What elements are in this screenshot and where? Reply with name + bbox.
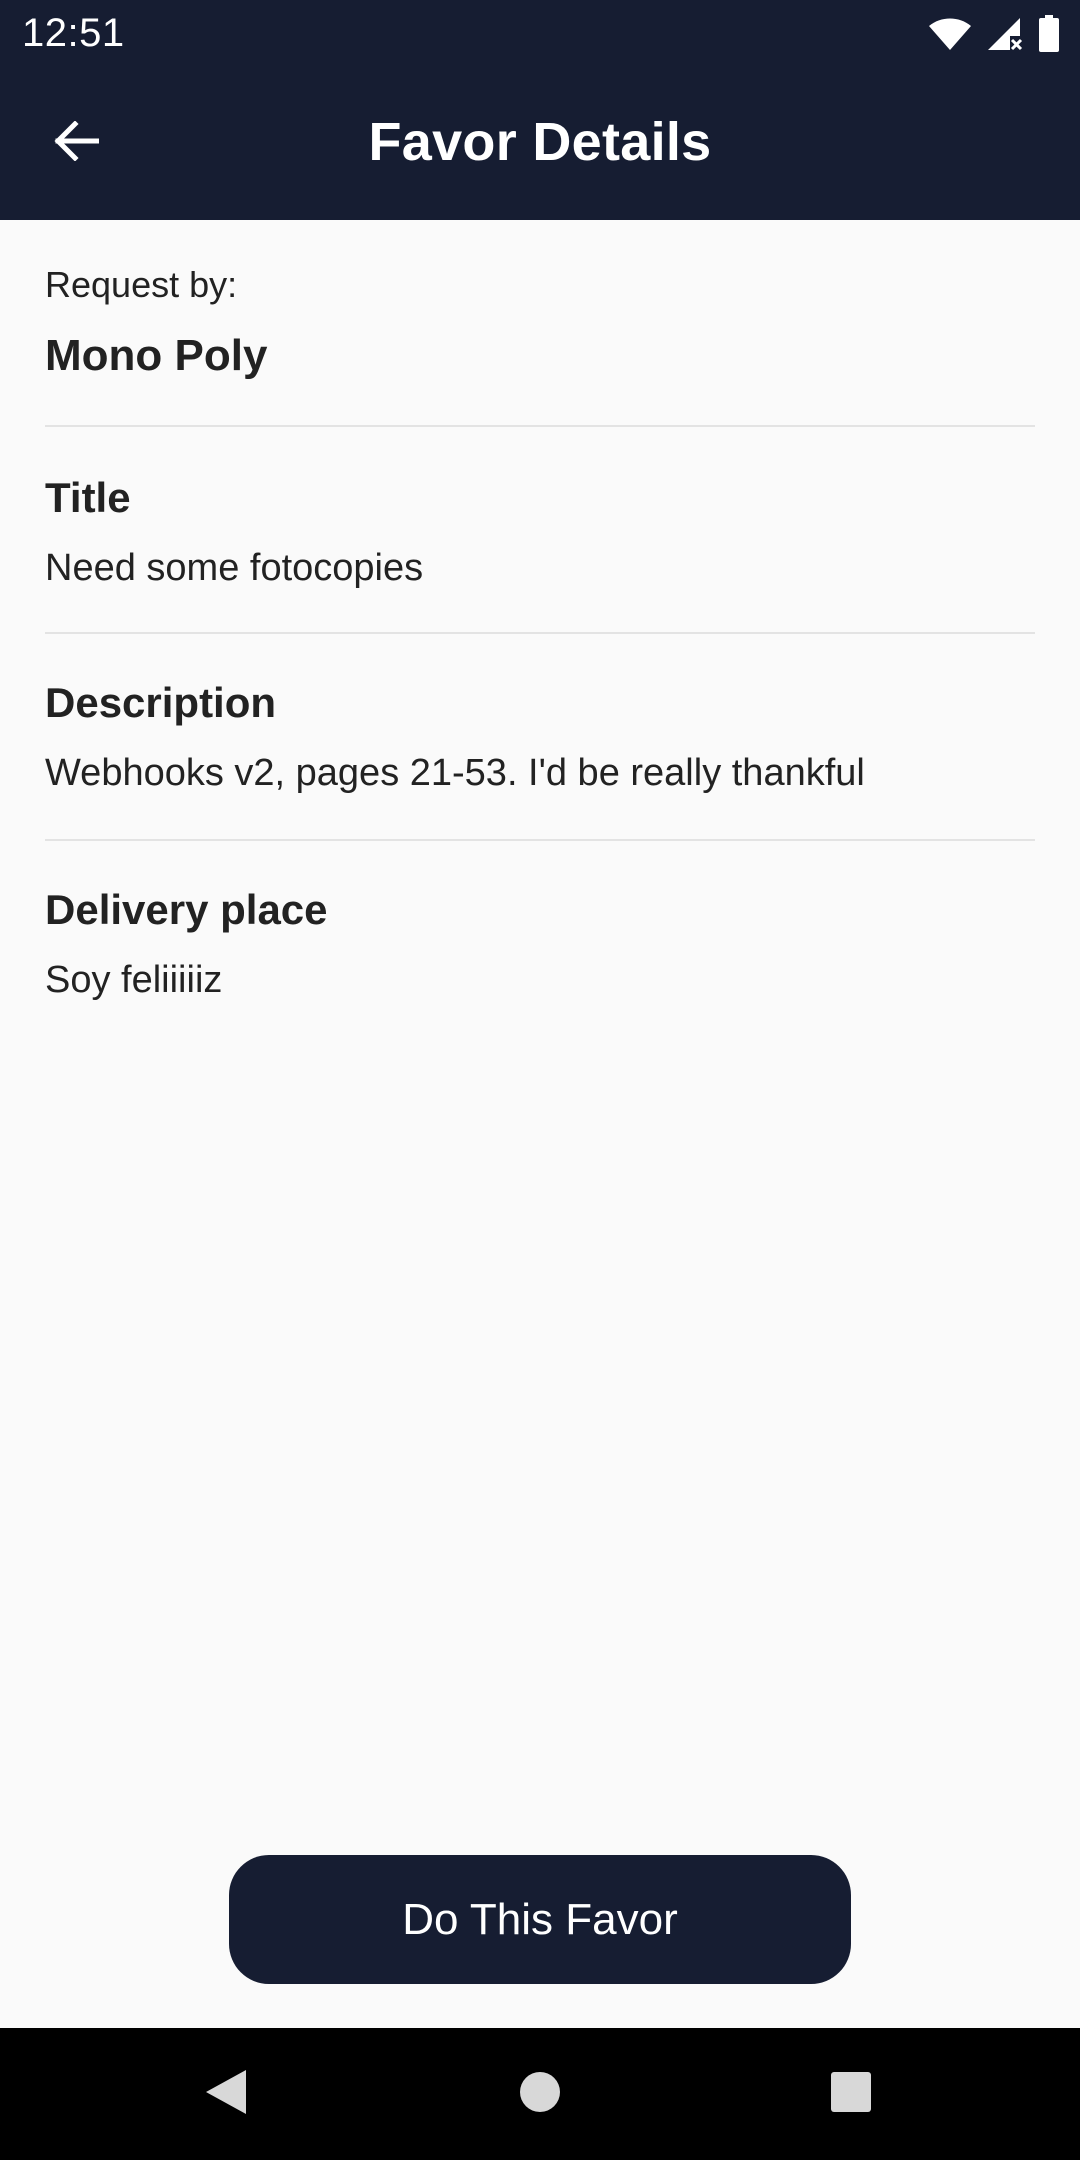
nav-recents-icon: [829, 2070, 873, 2119]
description-label: Description: [45, 679, 277, 726]
status-time: 12:51: [22, 11, 125, 55]
status-icons: [928, 14, 1060, 54]
title-label: Title: [45, 474, 131, 521]
delivery-place-section: Delivery place Soy feliiiiiz: [45, 841, 1035, 1046]
requester-section: Request by: Mono Poly: [45, 220, 1035, 427]
request-by-label: Request by:: [45, 264, 238, 305]
nav-back-icon: [204, 2068, 248, 2121]
cell-signal-icon: [986, 16, 1024, 52]
favor-details-screen: 12:51 Favor Details Request by: Mono Pol…: [0, 0, 1080, 2160]
delivery-place-label: Delivery place: [45, 886, 328, 933]
nav-back-button[interactable]: [196, 2064, 256, 2124]
battery-icon: [1038, 15, 1060, 53]
nav-home-button[interactable]: [510, 2064, 570, 2124]
nav-home-icon: [518, 2070, 562, 2119]
do-this-favor-button[interactable]: Do This Favor: [229, 1855, 851, 1984]
wifi-icon: [928, 17, 972, 51]
title-section: Title Need some fotocopies: [45, 427, 1035, 634]
description-value: Webhooks v2, pages 21-53. I'd be really …: [45, 752, 865, 794]
status-bar: 12:51: [0, 0, 1080, 66]
delivery-place-value: Soy feliiiiiz: [45, 959, 223, 1001]
description-section: Description Webhooks v2, pages 21-53. I'…: [45, 634, 1035, 841]
title-value: Need some fotocopies: [45, 547, 424, 589]
nav-recents-button[interactable]: [821, 2064, 881, 2124]
page-title: Favor Details: [368, 112, 712, 172]
app-bar: Favor Details: [0, 66, 1080, 220]
requester-name: Mono Poly: [45, 331, 268, 380]
system-nav-bar: [0, 2028, 1080, 2160]
favor-details-content: Request by: Mono Poly Title Need some fo…: [45, 220, 1035, 1046]
